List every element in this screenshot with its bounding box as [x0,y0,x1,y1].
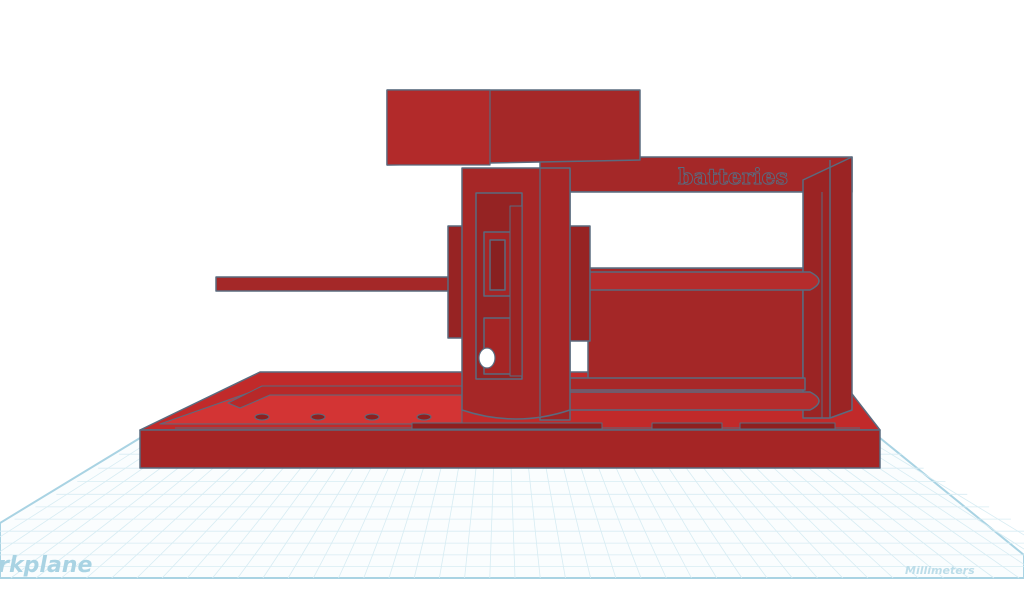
mount-hole [364,413,380,421]
batteries-engraving: batteries [678,164,788,189]
3d-viewport[interactable]: Workplane Millimeters [0,0,1024,597]
base-slot-row [651,422,723,430]
mount-hole [416,413,432,421]
top-block[interactable] [386,89,641,166]
top-block-shade [386,89,491,166]
workplane-label: Workplane [0,553,92,578]
mount-hole [310,413,326,421]
units-label: Millimeters [905,564,975,577]
base-plate-front [139,429,881,469]
base-slot-row [739,422,836,430]
switch-slider [489,239,506,291]
battery-holder-model[interactable]: batteries [139,89,881,469]
frame-window-opening [569,191,804,269]
housing-right-edge [509,205,523,377]
housing-right-tab [567,225,591,342]
guide-rod-lower [532,391,820,411]
3d-scene[interactable]: Workplane Millimeters [0,0,1024,597]
cylinder-housing[interactable] [447,167,591,420]
base-slot-row [411,422,603,430]
cable-hole [478,347,496,369]
side-arm-rod [215,276,475,292]
frame-bottom-rail [569,377,806,391]
mount-hole [254,413,270,421]
